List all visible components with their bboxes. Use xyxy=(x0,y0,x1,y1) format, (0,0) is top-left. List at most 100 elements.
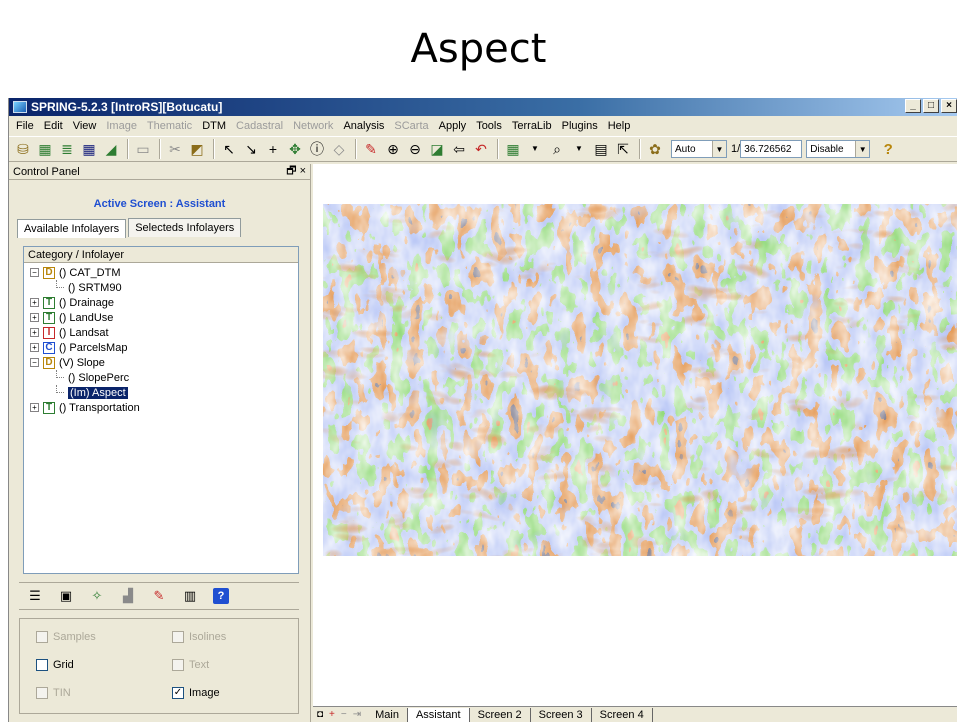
list-icon[interactable]: ☰ xyxy=(27,588,43,604)
collapse-icon[interactable]: − xyxy=(30,358,39,367)
menu-plugins[interactable]: Plugins xyxy=(557,120,603,132)
tree-item[interactable]: (Im) Aspect xyxy=(24,385,298,400)
menu-network[interactable]: Network xyxy=(288,120,338,132)
pointer-icon[interactable]: ↖ xyxy=(219,139,239,159)
pan-icon[interactable]: ✥ xyxy=(285,139,305,159)
maximize-button[interactable]: □ xyxy=(923,99,939,113)
info-icon[interactable]: ⓘ xyxy=(307,139,327,159)
chevron-down-icon[interactable]: ▼ xyxy=(569,139,589,159)
menu-terralib[interactable]: TerraLib xyxy=(507,120,557,132)
grid-icon[interactable]: ▦ xyxy=(79,139,99,159)
panel-icon[interactable]: ▥ xyxy=(182,588,198,604)
menu-view[interactable]: View xyxy=(68,120,102,132)
cursor-cross-icon[interactable]: + xyxy=(263,139,283,159)
eraser-icon[interactable]: ◇ xyxy=(329,139,349,159)
cursor-link-icon[interactable]: ⇱ xyxy=(613,139,633,159)
tab-screen-3[interactable]: Screen 3 xyxy=(531,707,592,722)
main-toolbar: ⛁ ▦ ≣ ▦ ◢ ▭ ✂ ◩ ↖ ↘ + ✥ ⓘ ◇ ✎ ⊕ ⊖ ◪ ⇦ ↶ … xyxy=(9,136,957,162)
tree-item[interactable]: + C () ParcelsMap xyxy=(24,340,298,355)
menu-file[interactable]: File xyxy=(11,120,39,132)
grid-checkbox[interactable]: Grid xyxy=(36,659,74,671)
tree-item[interactable]: − D () CAT_DTM xyxy=(24,265,298,280)
isolines-checkbox[interactable]: Isolines xyxy=(172,631,226,643)
expand-icon[interactable]: + xyxy=(30,403,39,412)
dock-close-icon[interactable]: 🗗 × xyxy=(286,162,306,181)
tree-item[interactable]: () SRTM90 xyxy=(24,280,298,295)
tab-add-icon[interactable]: + xyxy=(329,709,335,720)
samples-checkbox[interactable]: Samples xyxy=(36,631,96,643)
menu-edit[interactable]: Edit xyxy=(39,120,68,132)
visual-icon[interactable]: ✧ xyxy=(89,588,105,604)
menu-tools[interactable]: Tools xyxy=(471,120,507,132)
menu-analysis[interactable]: Analysis xyxy=(338,120,389,132)
menu-cadastral[interactable]: Cadastral xyxy=(231,120,288,132)
table-icon[interactable]: ▤ xyxy=(591,139,611,159)
tab-remove-icon[interactable]: − xyxy=(341,709,347,720)
properties-icon[interactable]: ▣ xyxy=(58,588,74,604)
image-checkbox[interactable]: ✓ Image xyxy=(172,687,220,699)
tab-selected-infolayers[interactable]: Selecteds Infolayers xyxy=(128,218,242,237)
tab-nav-first-icon[interactable]: ◘ xyxy=(317,709,323,720)
tree-item[interactable]: − D (V) Slope xyxy=(24,355,298,370)
tree-item[interactable]: + T () LandUse xyxy=(24,310,298,325)
window-icon[interactable]: ▭ xyxy=(133,139,153,159)
project-icon[interactable]: ▦ xyxy=(35,139,55,159)
tab-screen-4[interactable]: Screen 4 xyxy=(592,707,653,722)
toolbar-separator xyxy=(355,139,357,159)
tree-item[interactable]: + I () Landsat xyxy=(24,325,298,340)
edit-pencil-icon[interactable]: ✎ xyxy=(361,139,381,159)
chevron-down-icon[interactable]: ▼ xyxy=(525,139,545,159)
zoom-mode-select[interactable]: Auto ▼ xyxy=(671,140,727,158)
map-canvas[interactable] xyxy=(313,164,957,708)
close-button[interactable]: × xyxy=(941,99,957,113)
expand-icon[interactable]: + xyxy=(30,328,39,337)
menu-help[interactable]: Help xyxy=(603,120,636,132)
expand-icon[interactable]: + xyxy=(30,343,39,352)
tab-nav-last-icon[interactable]: ⇥ xyxy=(353,709,361,720)
display-options-icon[interactable]: ▦ xyxy=(503,139,523,159)
draw-icon[interactable]: ◢ xyxy=(101,139,121,159)
edit-icon[interactable]: ✎ xyxy=(151,588,167,604)
mode-select[interactable]: Disable ▼ xyxy=(806,140,871,158)
draw-area-icon[interactable]: ↘ xyxy=(241,139,261,159)
tab-main[interactable]: Main xyxy=(367,707,408,722)
tab-screen-2[interactable]: Screen 2 xyxy=(470,707,531,722)
toolbar-separator xyxy=(639,139,641,159)
zoom-level-icon[interactable]: ⌕ xyxy=(547,139,567,159)
window-titlebar[interactable]: SPRING-5.2.3 [IntroRS][Botucatu] _ □ × xyxy=(9,98,957,116)
zoom-area-icon[interactable]: ◪ xyxy=(427,139,447,159)
palette-icon[interactable]: ✿ xyxy=(645,139,665,159)
tree-rows: − D() CAT_DTM() SRTM90 + T() Drainage + T() L… xyxy=(24,263,298,415)
zoom-in-icon[interactable]: ⊕ xyxy=(383,139,403,159)
menu-image[interactable]: Image xyxy=(101,120,142,132)
undo-icon[interactable]: ↶ xyxy=(471,139,491,159)
tin-checkbox[interactable]: TIN xyxy=(36,687,71,699)
menu-thematic[interactable]: Thematic xyxy=(142,120,197,132)
menu-scarta[interactable]: SCarta xyxy=(389,120,433,132)
tree-item[interactable]: + T () Transportation xyxy=(24,400,298,415)
help-question-icon[interactable]: ? xyxy=(878,139,898,159)
expand-icon[interactable]: + xyxy=(30,313,39,322)
text-checkbox[interactable]: Text xyxy=(172,659,209,671)
zoom-out-icon[interactable]: ⊖ xyxy=(405,139,425,159)
tools-icon[interactable]: ✂ xyxy=(165,139,185,159)
aspect-image[interactable] xyxy=(323,204,957,556)
tree-item[interactable]: + T () Drainage xyxy=(24,295,298,310)
zoom-mode-value: Auto xyxy=(675,143,696,155)
tree-item[interactable]: () SlopePerc xyxy=(24,370,298,385)
database-icon[interactable]: ⛁ xyxy=(13,139,33,159)
checkbox-box xyxy=(172,631,184,643)
menu-dtm[interactable]: DTM xyxy=(197,120,231,132)
legend-icon[interactable]: ◩ xyxy=(187,139,207,159)
layers-icon[interactable]: ≣ xyxy=(57,139,77,159)
expand-icon[interactable]: + xyxy=(30,298,39,307)
chart-icon[interactable]: ▟ xyxy=(120,588,136,604)
scale-input[interactable]: 36.726562 xyxy=(740,140,803,158)
menu-apply[interactable]: Apply xyxy=(434,120,472,132)
help-icon[interactable]: ? xyxy=(213,588,229,604)
tab-available-infolayers[interactable]: Available Infolayers xyxy=(17,219,127,238)
back-icon[interactable]: ⇦ xyxy=(449,139,469,159)
collapse-icon[interactable]: − xyxy=(30,268,39,277)
tab-assistant[interactable]: Assistant xyxy=(407,707,470,722)
minimize-button[interactable]: _ xyxy=(905,99,921,113)
